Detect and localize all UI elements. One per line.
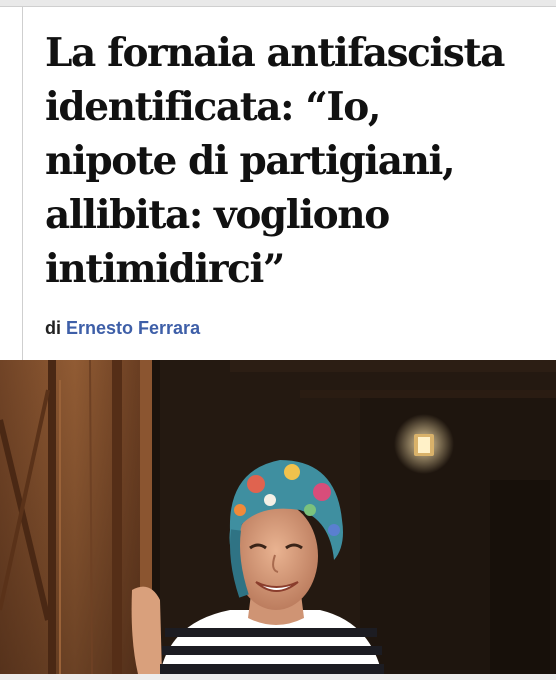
photo-bottom-edge [0,674,556,680]
headline-line: intimidirci” [45,246,285,292]
byline-prefix: di [45,318,61,338]
author-link[interactable]: Ernesto Ferrara [66,318,200,338]
headline-line: identificata: “Io, [45,84,381,130]
article-photo [0,360,556,674]
byline: di Ernesto Ferrara [45,318,545,339]
article-headline: La fornaia antifascista identificata: “I… [45,26,545,296]
photo-illustration [0,360,556,674]
article-header: La fornaia antifascista identificata: “I… [45,26,545,339]
headline-line: La fornaia antifascista [45,30,505,76]
top-divider [0,0,556,7]
headline-line: allibita: vogliono [45,192,390,238]
headline-line: nipote di partigiani, [45,138,456,184]
